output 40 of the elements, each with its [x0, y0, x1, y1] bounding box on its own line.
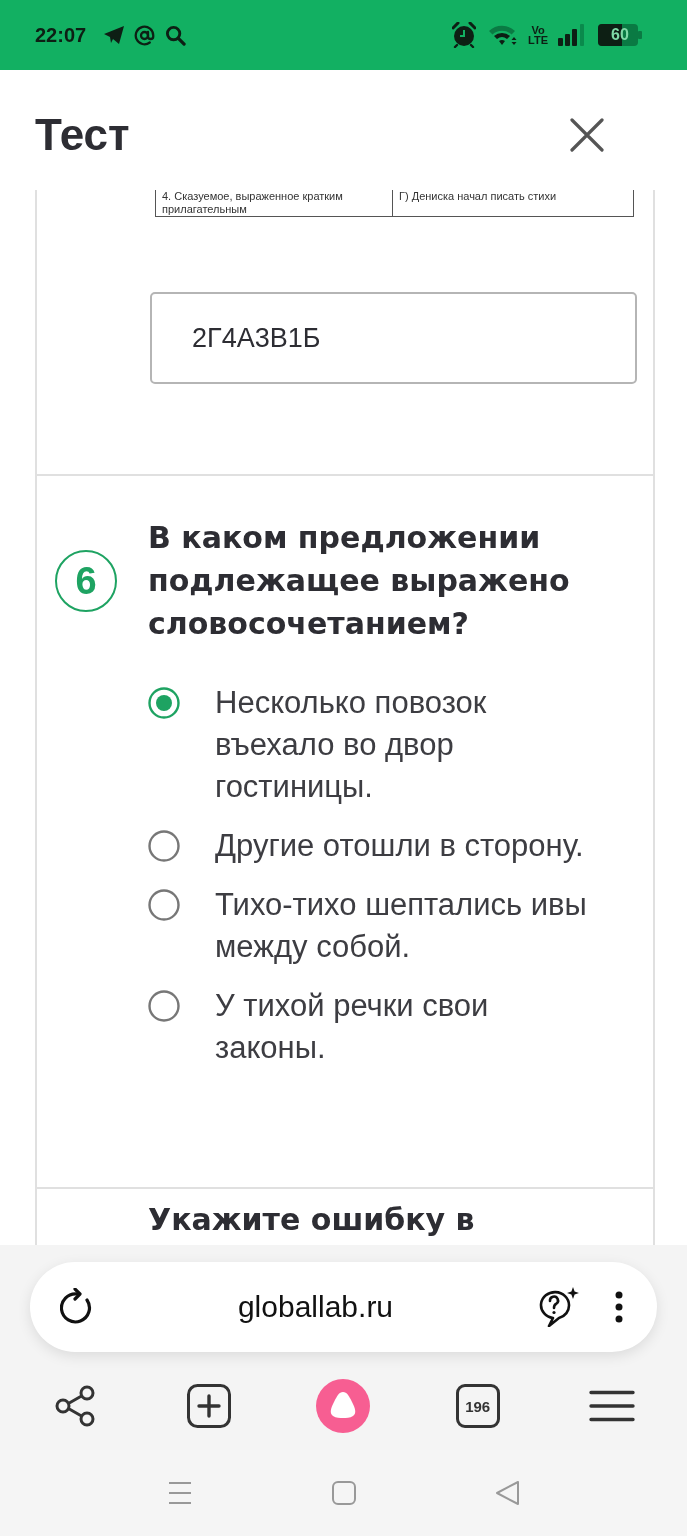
- radio-button[interactable]: [148, 889, 180, 921]
- option-text: Другие отошли в сторону.: [215, 827, 585, 865]
- search-icon: [165, 24, 187, 46]
- back-icon[interactable]: [495, 1481, 520, 1505]
- option-text: У тихой речки свои законы.: [215, 987, 490, 1067]
- question-text: Укажите ошибку в: [148, 1203, 476, 1237]
- question-text: В каком предложении подлежащее выражено словосочетанием?: [148, 519, 571, 643]
- at-sign-icon: [134, 24, 156, 46]
- chat-question-icon[interactable]: [537, 1287, 579, 1327]
- table-cell: 4. Сказуемое, выраженное кратким прилагательным: [155, 190, 393, 217]
- reload-icon[interactable]: [60, 1288, 94, 1326]
- tabs-button[interactable]: 196: [455, 1384, 500, 1428]
- battery-icon: [598, 24, 642, 46]
- network-type-label: LTE: [528, 35, 548, 45]
- url-text[interactable]: globallab.ru: [94, 1292, 537, 1322]
- table-cell: Г) Дениска начал писать стихи: [393, 190, 634, 217]
- radio-button[interactable]: [148, 830, 180, 862]
- recent-apps-icon[interactable]: [167, 1481, 192, 1505]
- status-time: 22:07: [35, 25, 87, 45]
- home-icon[interactable]: [331, 1481, 356, 1505]
- network-type-label: Vo: [531, 25, 545, 35]
- radio-button[interactable]: [148, 687, 180, 719]
- share-icon[interactable]: [54, 1385, 97, 1427]
- answer-field[interactable]: 2Г4А3В1Б: [150, 292, 637, 384]
- new-tab-icon[interactable]: [187, 1384, 232, 1428]
- signal-icon: [558, 24, 586, 46]
- wifi-icon: [488, 24, 519, 46]
- close-icon[interactable]: [570, 118, 604, 152]
- circle-logo-icon[interactable]: [316, 1379, 371, 1433]
- address-bar[interactable]: globallab.ru: [30, 1262, 657, 1352]
- more-options-icon[interactable]: [615, 1291, 623, 1323]
- paper-plane-icon: [104, 26, 125, 44]
- option-text: Несколько повозок въехало во двор гостиницы.: [215, 684, 488, 806]
- radio-button[interactable]: [148, 990, 180, 1022]
- option-text: Тихо-тихо шептались ивы между собой.: [215, 886, 588, 966]
- question-number: 6: [55, 549, 117, 612]
- menu-icon[interactable]: [588, 1390, 635, 1422]
- battery-percent: 60: [611, 26, 629, 44]
- page-title: Тест: [35, 113, 130, 157]
- alarm-clock-icon: [452, 22, 477, 48]
